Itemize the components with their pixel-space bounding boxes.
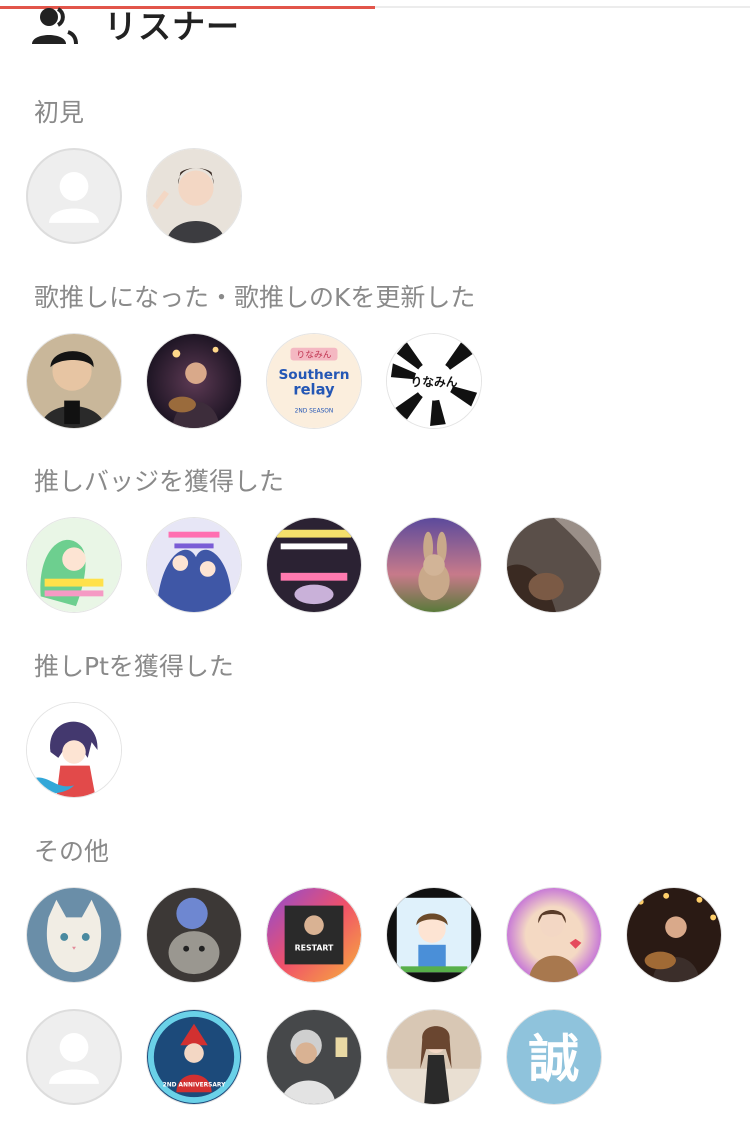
user-avatar[interactable]: 2ND ANNIVERSARY [146, 1009, 242, 1105]
user-avatar[interactable] [266, 517, 362, 613]
user-avatar[interactable] [386, 1009, 482, 1105]
default-avatar-icon[interactable] [26, 1009, 122, 1105]
section-label-badge: 推しバッジを獲得した [34, 467, 285, 496]
section-label-other: その他 [34, 837, 110, 866]
users-icon [30, 6, 78, 46]
user-avatar[interactable]: りなみん SOUTHERN RELAY [386, 333, 482, 429]
user-avatar[interactable] [146, 887, 242, 983]
user-avatar[interactable] [146, 148, 242, 244]
user-avatar[interactable]: 誠 [506, 1009, 602, 1105]
badge-text-kanji: 誠 [529, 1030, 580, 1090]
user-avatar[interactable] [26, 887, 122, 983]
badge-name-text: りなみん [411, 375, 458, 389]
badge-text-anniversary: 2ND ANNIVERSARY [163, 1082, 226, 1088]
section-header: リスナー [30, 6, 240, 46]
user-avatar[interactable]: RESTART [266, 887, 362, 983]
badge-text-season: 2ND SEASON [295, 408, 334, 414]
user-avatar[interactable]: りなみん Southern relay 2ND SEASON [266, 333, 362, 429]
section-label-first-view: 初見 [34, 98, 85, 127]
user-avatar[interactable] [26, 517, 122, 613]
user-avatar[interactable] [386, 887, 482, 983]
user-avatar[interactable] [26, 702, 122, 798]
user-avatar[interactable] [386, 517, 482, 613]
user-avatar[interactable] [626, 887, 722, 983]
badge-text-southern-relay: SOUTHERN RELAY [412, 346, 456, 352]
user-avatar[interactable] [146, 333, 242, 429]
badge-name-text: りなみん [296, 350, 331, 361]
badge-text-relay: relay [293, 382, 335, 399]
section-label-point: 推しPtを獲得した [34, 652, 234, 681]
user-avatar[interactable] [146, 517, 242, 613]
page-title: リスナー [104, 6, 240, 46]
badge-text-restart: RESTART [295, 944, 334, 953]
badge-text-southern: Southern [278, 367, 349, 383]
default-avatar-icon[interactable] [26, 148, 122, 244]
user-avatar[interactable] [266, 1009, 362, 1105]
user-avatar[interactable] [506, 887, 602, 983]
user-avatar[interactable] [26, 333, 122, 429]
user-avatar[interactable] [506, 517, 602, 613]
section-label-song-oshi: 歌推しになった・歌推しのKを更新した [34, 283, 476, 312]
